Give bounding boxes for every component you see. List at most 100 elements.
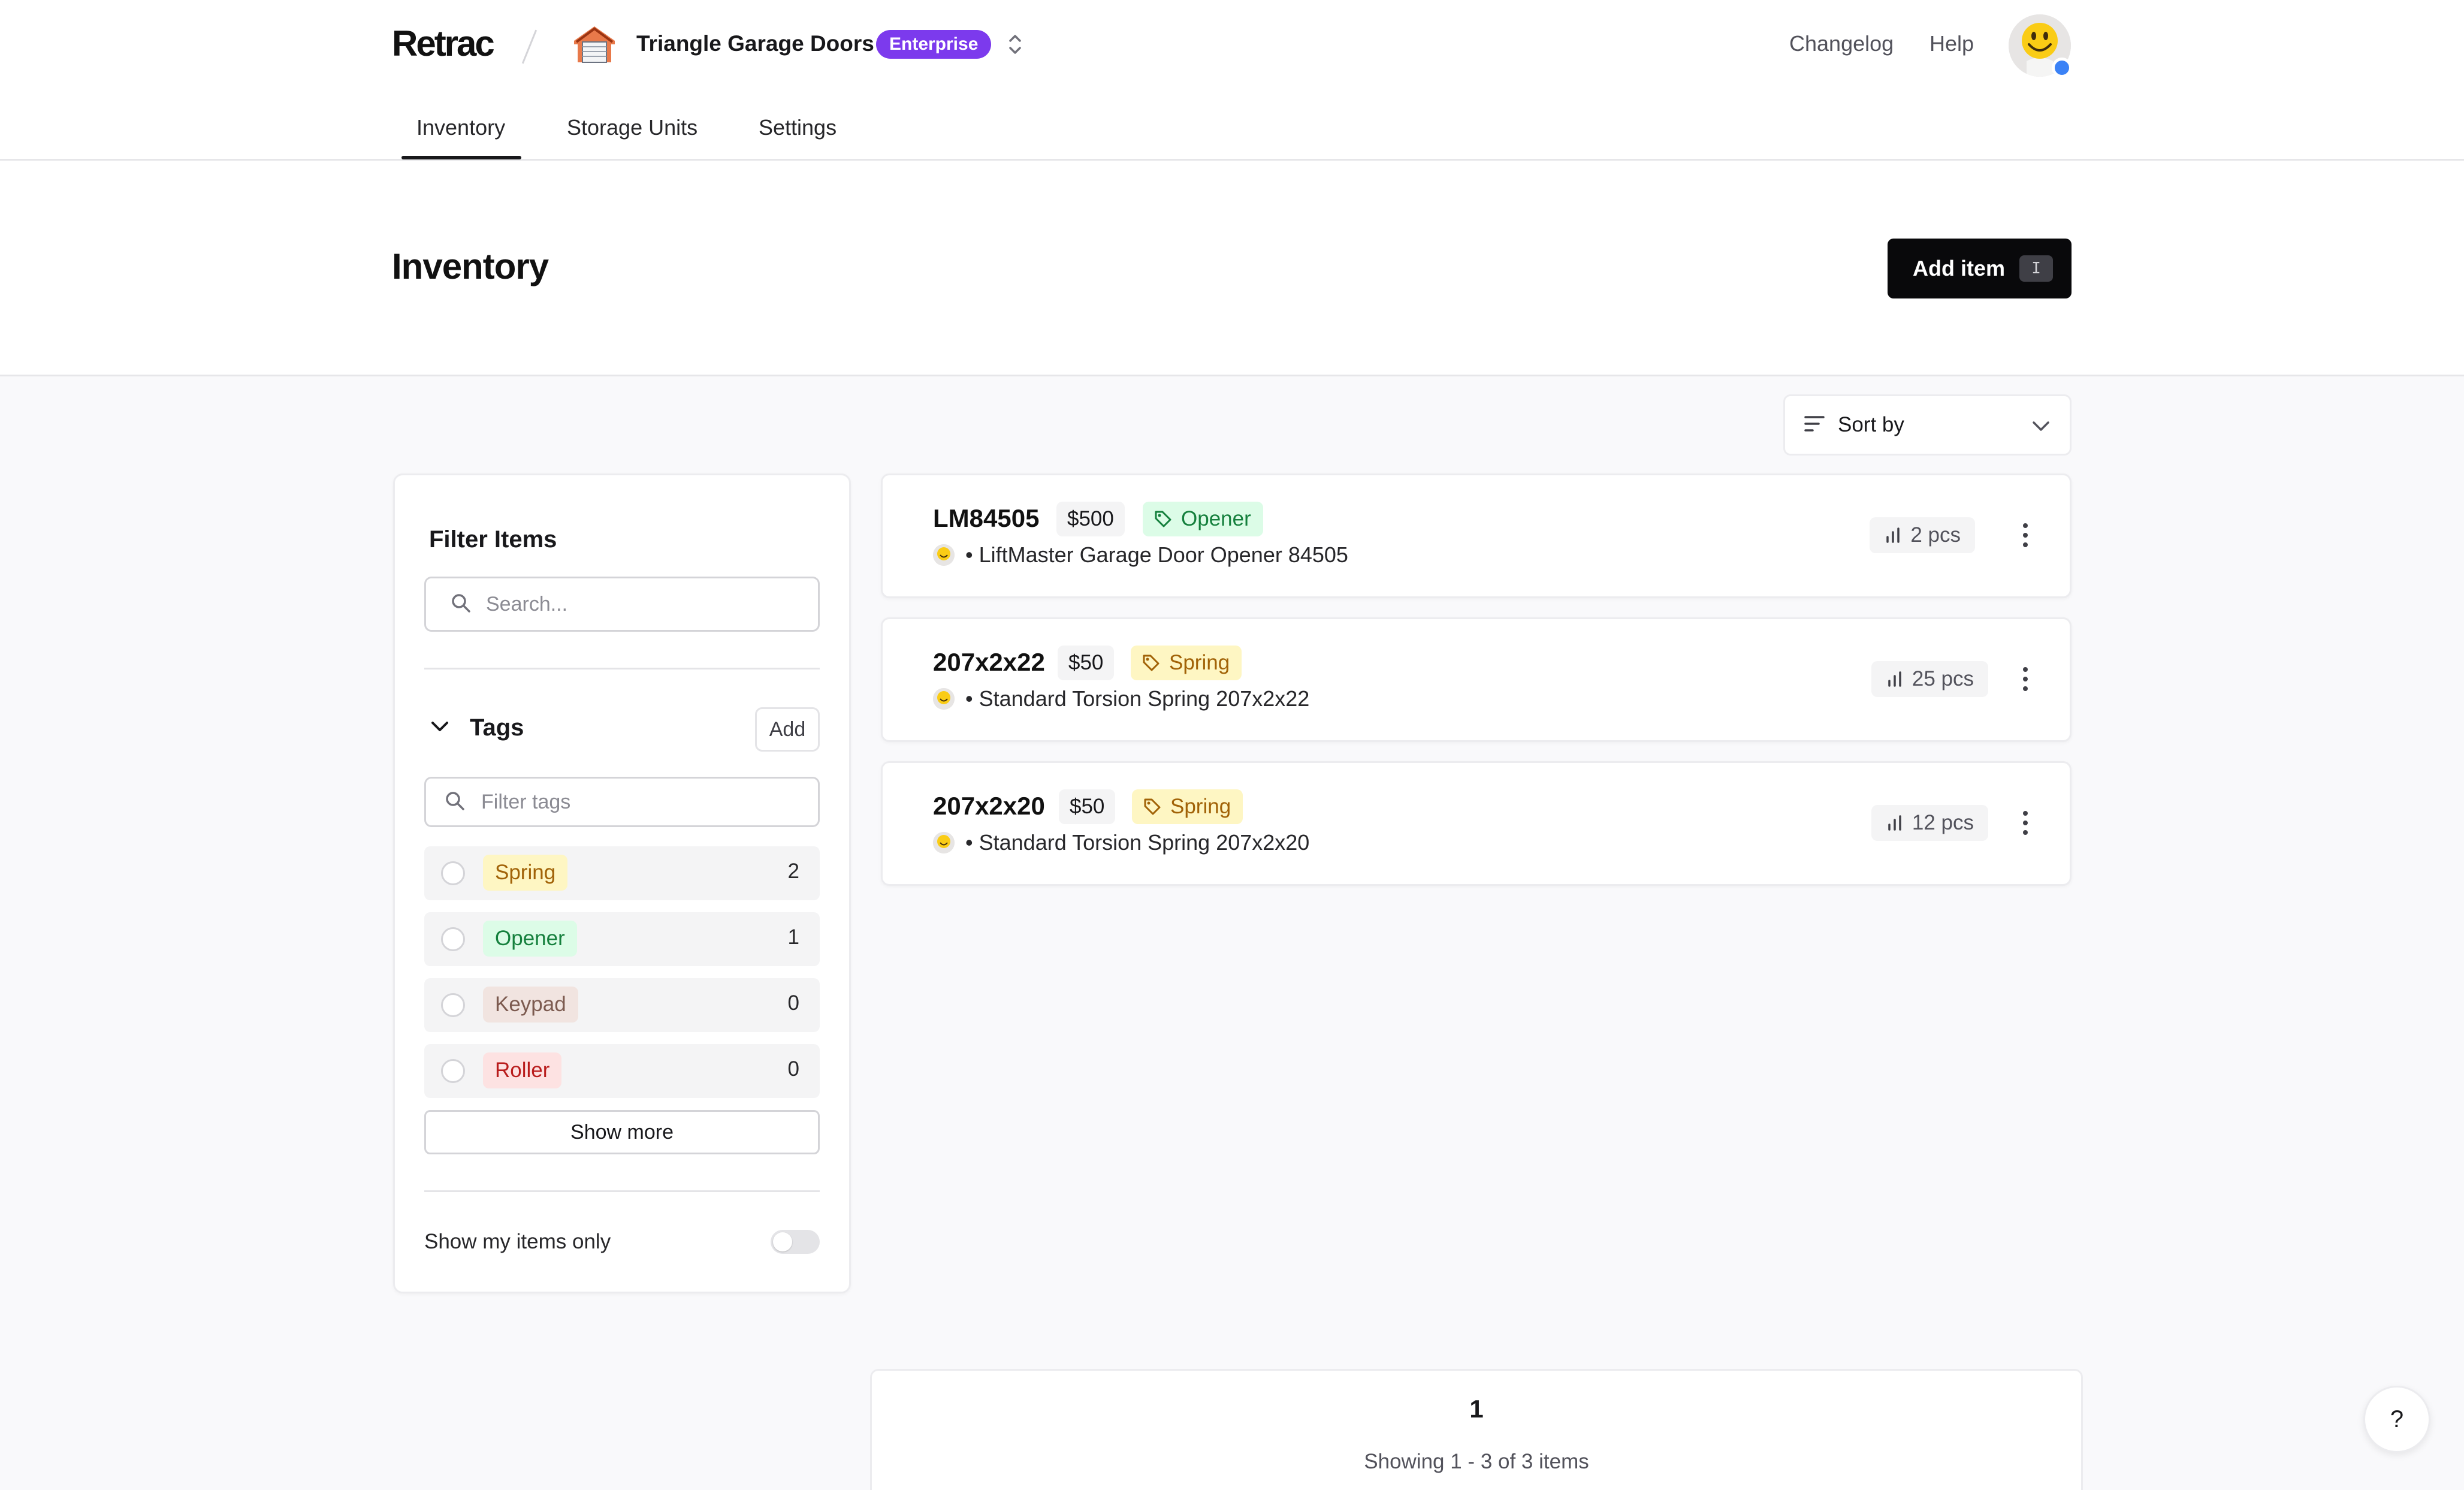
page-header <box>0 161 2464 376</box>
item-price: $50 <box>1058 646 1115 680</box>
tag-radio[interactable] <box>441 1059 465 1083</box>
chevron-down-icon <box>2030 415 2052 440</box>
search-icon <box>444 790 466 815</box>
item-code: LM84505 <box>933 504 1040 532</box>
item-code: 207x2x20 <box>933 792 1045 820</box>
tab-storage-units[interactable]: Storage Units <box>567 115 697 140</box>
org-name[interactable]: Triangle Garage Doors <box>636 31 874 56</box>
add-item-button[interactable]: Add item I <box>1888 239 2072 298</box>
item-price: $500 <box>1056 502 1125 536</box>
sort-label: Sort by <box>1838 413 1904 436</box>
item-quantity-label: 2 pcs <box>1910 523 1961 547</box>
online-status-dot <box>2052 58 2072 78</box>
chevron-down-icon <box>429 716 451 740</box>
tab-settings[interactable]: Settings <box>759 115 837 140</box>
tag-count: 2 <box>787 859 799 883</box>
changelog-link[interactable]: Changelog <box>1789 31 1894 56</box>
my-items-toggle[interactable] <box>771 1230 820 1254</box>
help-link[interactable]: Help <box>1929 31 1974 56</box>
sort-dropdown[interactable]: Sort by <box>1783 394 2072 456</box>
app-logo[interactable]: Retrac <box>392 23 495 64</box>
bullet-separator: • <box>965 686 979 711</box>
add-tag-button[interactable]: Add <box>755 707 820 752</box>
bullet-separator: • <box>965 542 979 567</box>
page-title: Inventory <box>392 246 549 286</box>
tag-row-opener[interactable]: Opener 1 <box>424 912 820 966</box>
item-card[interactable]: LM84505 $500 Opener • LiftMaster Garage … <box>881 473 2072 598</box>
owner-avatar <box>933 832 955 853</box>
item-description-row: • Standard Torsion Spring 207x2x20 <box>933 830 1309 855</box>
tag-radio[interactable] <box>441 861 465 885</box>
tag-pill: Opener <box>483 921 577 957</box>
tag-icon <box>1155 511 1171 527</box>
help-button[interactable]: ? <box>2363 1386 2430 1453</box>
item-quantity-label: 12 pcs <box>1912 811 1974 834</box>
item-code: 207x2x22 <box>933 648 1045 676</box>
tag-radio[interactable] <box>441 993 465 1017</box>
item-tag: Opener <box>1143 502 1263 536</box>
tag-row-keypad[interactable]: Keypad 0 <box>424 978 820 1032</box>
item-tag: Spring <box>1132 789 1243 824</box>
plan-badge: Enterprise <box>876 30 992 59</box>
item-tag-label: Opener <box>1181 507 1251 530</box>
item-quantity: 25 pcs <box>1871 661 1988 697</box>
item-tag-label: Spring <box>1170 795 1231 818</box>
item-quantity-label: 25 pcs <box>1912 667 1974 690</box>
more-options-icon[interactable] <box>2022 522 2029 548</box>
bar-chart-icon <box>1888 671 1901 687</box>
tag-radio[interactable] <box>441 927 465 951</box>
tag-filter-input[interactable]: Filter tags <box>424 777 820 827</box>
tag-pill: Roller <box>483 1052 562 1088</box>
item-tag: Spring <box>1131 646 1242 680</box>
item-quantity: 2 pcs <box>1870 517 1975 553</box>
item-quantity: 12 pcs <box>1871 805 1988 841</box>
item-description-row: • Standard Torsion Spring 207x2x22 <box>933 686 1309 711</box>
item-price: $50 <box>1059 789 1116 824</box>
tag-row-spring[interactable]: Spring 2 <box>424 846 820 900</box>
tags-label: Tags <box>470 714 524 741</box>
bar-chart-icon <box>1888 815 1901 831</box>
tag-count: 1 <box>787 925 799 949</box>
item-card[interactable]: 207x2x22 $50 Spring • Standard Torsion S… <box>881 617 2072 742</box>
tag-icon <box>1143 654 1159 671</box>
item-card[interactable]: 207x2x20 $50 Spring • Standard Torsion S… <box>881 761 2072 886</box>
add-item-shortcut: I <box>2019 255 2054 282</box>
tags-section-toggle[interactable]: Tags <box>429 714 524 741</box>
divider <box>424 668 820 669</box>
tag-pill: Spring <box>483 855 568 891</box>
owner-avatar <box>933 688 955 710</box>
tag-count: 0 <box>787 991 799 1015</box>
org-switcher-icon[interactable] <box>1004 31 1026 58</box>
active-tab-indicator <box>401 156 521 159</box>
item-tag-label: Spring <box>1169 651 1230 674</box>
current-page-button[interactable]: 1 <box>872 1395 2081 1423</box>
filter-title: Filter Items <box>429 526 557 553</box>
pagination-summary: Showing 1 - 3 of 3 items <box>1364 1450 1589 1473</box>
owner-avatar <box>933 544 955 566</box>
tag-icon <box>1144 798 1161 815</box>
garage-icon <box>572 24 617 64</box>
divider <box>424 1190 820 1192</box>
more-options-icon[interactable] <box>2022 666 2029 692</box>
item-description: LiftMaster Garage Door Opener 84505 <box>979 542 1348 567</box>
search-icon <box>450 592 472 617</box>
bullet-separator: • <box>965 830 979 855</box>
toggle-knob <box>773 1232 792 1251</box>
pagination: 1 Showing 1 - 3 of 3 items <box>870 1369 2083 1490</box>
search-placeholder: Search... <box>486 592 568 616</box>
tab-inventory[interactable]: Inventory <box>416 115 505 140</box>
tag-row-roller[interactable]: Roller 0 <box>424 1044 820 1098</box>
tag-count: 0 <box>787 1057 799 1081</box>
top-bar <box>0 0 2464 161</box>
show-more-button[interactable]: Show more <box>424 1110 820 1154</box>
item-description-row: • LiftMaster Garage Door Opener 84505 <box>933 542 1348 568</box>
bar-chart-icon <box>1886 527 1900 543</box>
tag-filter-placeholder: Filter tags <box>481 790 571 813</box>
search-input[interactable]: Search... <box>424 577 820 632</box>
my-items-label: Show my items only <box>424 1230 611 1253</box>
item-description: Standard Torsion Spring 207x2x20 <box>979 830 1310 855</box>
add-item-label: Add item <box>1913 256 2006 280</box>
item-description: Standard Torsion Spring 207x2x22 <box>979 686 1310 711</box>
more-options-icon[interactable] <box>2022 810 2029 836</box>
sort-lines-icon <box>1804 415 1825 436</box>
